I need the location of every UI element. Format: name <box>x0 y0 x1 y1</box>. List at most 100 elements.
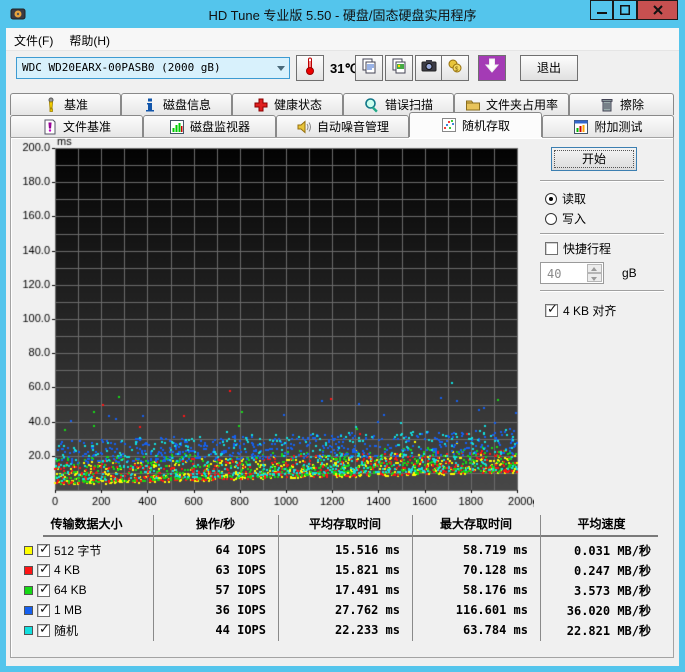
tab-文件基准[interactable]: 文件基准 <box>10 115 143 137</box>
update-icon <box>483 57 501 80</box>
divider <box>540 233 664 235</box>
window-title: HD Tune 专业版 5.50 - 硬盘/固态硬盘实用程序 <box>208 8 477 23</box>
series-label: 4 KB <box>54 563 81 577</box>
tab-基准[interactable]: 基准 <box>10 93 121 115</box>
series-avg-value: 27.762 ms <box>334 603 400 617</box>
read-radio[interactable]: 读取 <box>545 191 586 206</box>
series-avg-value: 22.233 ms <box>334 623 400 637</box>
series-speed-value: 0.031 MB/秒 <box>573 543 651 558</box>
random-access-chart <box>12 138 534 516</box>
donate-button[interactable]: $ <box>441 55 469 81</box>
folder-icon <box>465 97 481 113</box>
minimize-icon <box>596 12 607 14</box>
monitor-icon <box>169 119 185 135</box>
size-stepper[interactable] <box>540 262 604 284</box>
series-avg-value: 15.821 ms <box>334 563 400 577</box>
series-color-swatch <box>24 625 33 635</box>
series-speed-value: 36.020 MB/秒 <box>566 603 651 618</box>
tab-label: 文件基准 <box>62 120 111 134</box>
start-button[interactable]: 开始 <box>551 147 637 171</box>
short-stroke-label: 快捷行程 <box>563 242 612 256</box>
series-max-value: 58.719 ms <box>462 543 528 557</box>
series-checkbox[interactable] <box>37 542 50 557</box>
size-unit-label: gB <box>622 266 637 280</box>
column-header: 最大存取时间 <box>439 517 512 531</box>
align-checkbox-label: 4 KB 对齐 <box>563 304 617 318</box>
drive-select-value: WDC WD20EARX-00PASB0 (2000 gB) <box>22 61 221 74</box>
close-button[interactable] <box>637 0 678 20</box>
tab-label: 磁盘信息 <box>162 98 211 112</box>
tab-磁盘监视器[interactable]: 磁盘监视器 <box>143 115 276 137</box>
series-iops-value: 63 IOPS <box>215 563 266 577</box>
tab-随机存取[interactable]: 随机存取 <box>409 112 542 137</box>
series-label: 随机 <box>54 623 79 638</box>
copy-text-button[interactable] <box>355 55 383 81</box>
update-button[interactable] <box>478 55 506 81</box>
menu-item-file[interactable]: 文件(F) <box>6 28 61 51</box>
series-speed-value: 3.573 MB/秒 <box>573 583 651 598</box>
series-label: 64 KB <box>54 583 87 597</box>
column-header: 传输数据大小 <box>50 517 123 531</box>
tab-label: 错误扫描 <box>384 98 433 112</box>
series-speed-value: 22.821 MB/秒 <box>566 623 651 638</box>
extra-tests-icon <box>573 119 589 135</box>
tab-label: 附加测试 <box>594 120 643 134</box>
read-radio-label: 读取 <box>562 192 587 206</box>
series-label: 512 字节 <box>54 543 102 558</box>
exit-button[interactable]: 退出 <box>520 55 578 81</box>
series-label: 1 MB <box>54 603 83 617</box>
tab-自动噪音管理[interactable]: 自动噪音管理 <box>276 115 409 137</box>
temperature-button[interactable] <box>296 55 324 81</box>
screenshot-button[interactable] <box>415 55 443 81</box>
series-checkbox[interactable] <box>37 562 50 577</box>
maximize-icon <box>620 5 630 15</box>
series-checkbox[interactable] <box>37 622 50 637</box>
tab-擦除[interactable]: 擦除 <box>569 93 674 115</box>
table-row: 512 字节 64 IOPS 15.516 ms 58.719 ms 0.031 MB/… <box>20 540 663 560</box>
write-radio[interactable]: 写入 <box>545 211 586 226</box>
size-input[interactable] <box>545 266 581 282</box>
series-checkbox[interactable] <box>37 602 50 617</box>
camera-icon <box>421 58 437 79</box>
checkbox-icon <box>545 302 558 317</box>
maximize-button[interactable] <box>613 0 637 20</box>
series-iops-value: 64 IOPS <box>215 543 266 557</box>
divider <box>540 180 664 182</box>
speaker-icon <box>296 119 312 135</box>
table-row: 64 KB 57 IOPS 17.491 ms 58.176 ms 3.573 MB/秒 <box>20 580 663 600</box>
menu-bar: 文件(F) 帮助(H) <box>6 28 679 51</box>
short-stroke-checkbox[interactable]: 快捷行程 <box>545 241 611 256</box>
radio-icon <box>545 212 557 225</box>
tab-label: 擦除 <box>619 98 644 112</box>
tab-label: 磁盘监视器 <box>189 120 250 134</box>
table-row: 随机 44 IOPS 22.233 ms 63.784 ms 22.821 MB/秒 <box>20 620 663 640</box>
menu-item-help[interactable]: 帮助(H) <box>61 28 118 51</box>
series-max-value: 58.176 ms <box>462 583 528 597</box>
tab-健康状态[interactable]: 健康状态 <box>232 93 343 115</box>
tab-磁盘信息[interactable]: 磁盘信息 <box>121 93 232 115</box>
minimize-button[interactable] <box>590 0 613 20</box>
series-iops-value: 44 IOPS <box>215 623 266 637</box>
table-row: 1 MB 36 IOPS 27.762 ms 116.601 ms 36.020 MB/… <box>20 600 663 620</box>
tab-附加测试[interactable]: 附加测试 <box>542 115 674 137</box>
stepper-down-icon[interactable] <box>587 273 602 282</box>
erase-icon <box>599 97 615 113</box>
table-row: 4 KB 63 IOPS 15.821 ms 70.128 ms 0.247 MB/秒 <box>20 560 663 580</box>
divider <box>540 290 664 292</box>
series-max-value: 63.784 ms <box>462 623 528 637</box>
health-icon <box>253 97 269 113</box>
align-checkbox[interactable]: 4 KB 对齐 <box>545 302 617 318</box>
drive-select[interactable]: WDC WD20EARX-00PASB0 (2000 gB) <box>16 57 290 79</box>
copy-image-button[interactable] <box>385 55 413 81</box>
tab-label: 自动噪音管理 <box>316 120 389 134</box>
series-color-swatch <box>24 585 33 595</box>
title-bar[interactable]: HD Tune 专业版 5.50 - 硬盘/固态硬盘实用程序 <box>0 0 685 28</box>
stepper-up-icon[interactable] <box>587 264 602 273</box>
tab-label: 健康状态 <box>273 98 322 112</box>
series-speed-value: 0.247 MB/秒 <box>573 563 651 578</box>
copy-text-icon <box>361 58 377 79</box>
checkbox-icon <box>545 242 558 255</box>
series-checkbox[interactable] <box>37 582 50 597</box>
series-iops-value: 57 IOPS <box>215 583 266 597</box>
series-iops-value: 36 IOPS <box>215 603 266 617</box>
